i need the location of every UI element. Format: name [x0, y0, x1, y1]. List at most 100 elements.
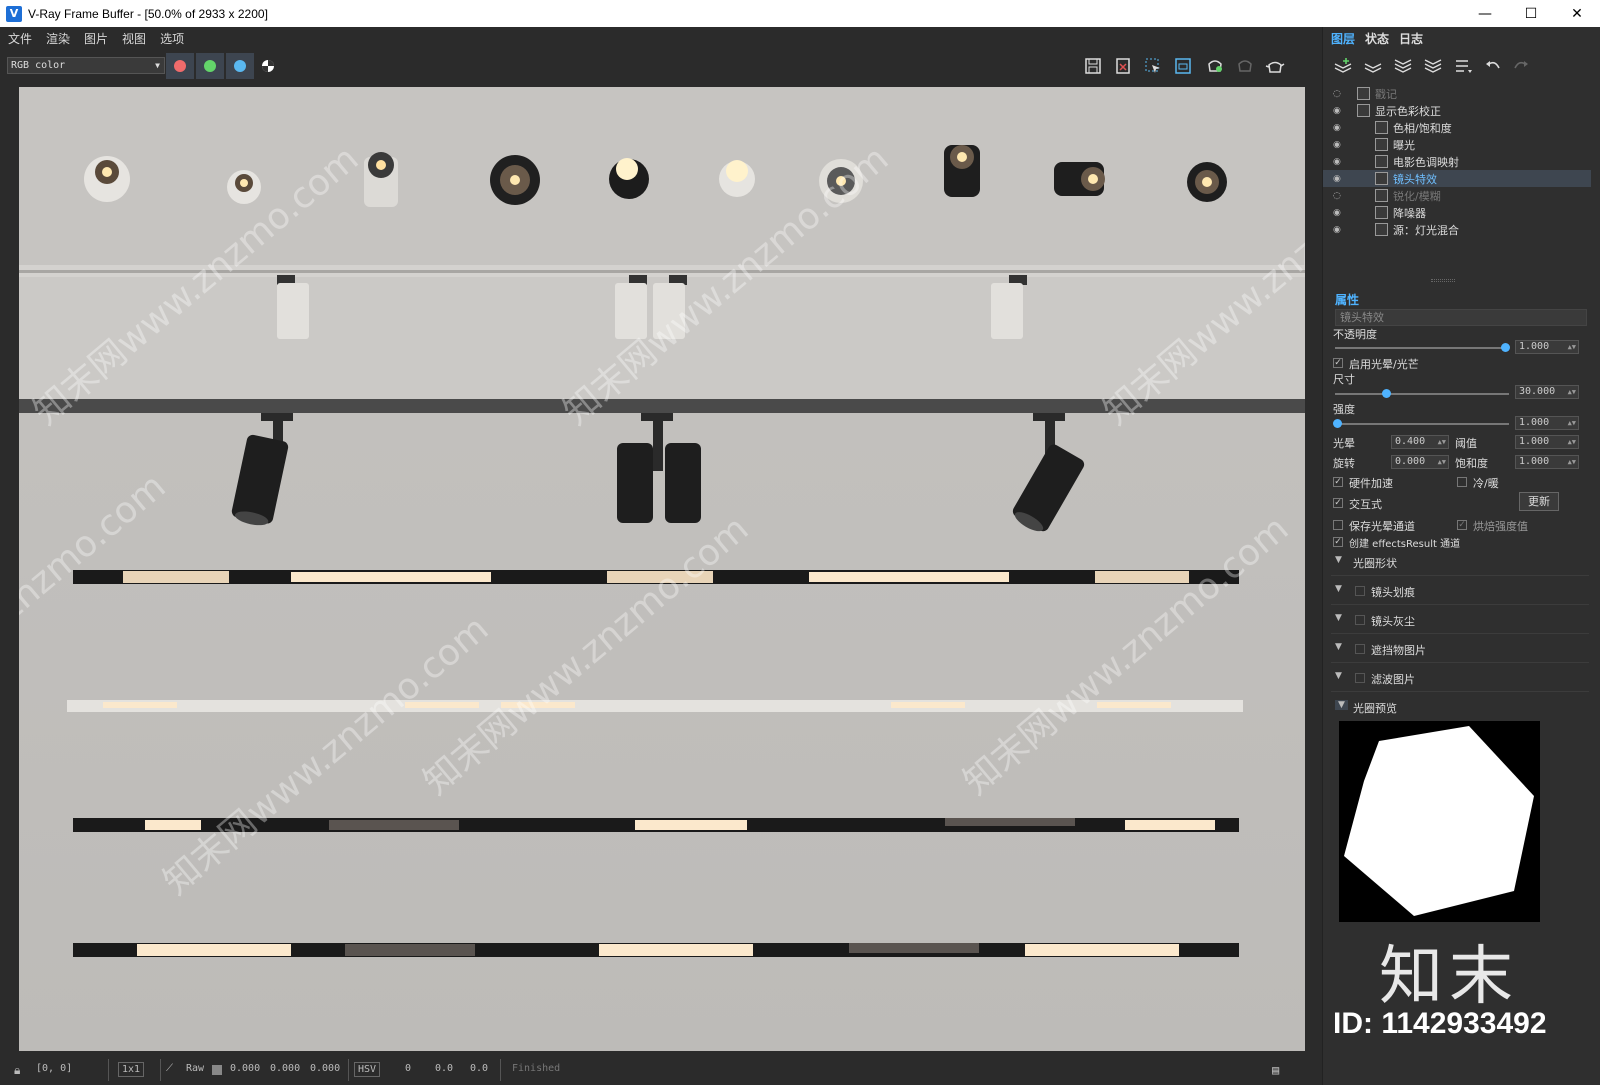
chevron-down-icon: ▼ [1335, 642, 1342, 652]
intensity-slider-handle[interactable] [1332, 419, 1342, 428]
layer-row[interactable]: ◌ 锐化/模糊 [1323, 187, 1591, 204]
section-filter-image[interactable]: ▼ 滤波图片 [1331, 666, 1589, 692]
eyedropper-icon[interactable]: ⟋ [166, 1063, 173, 1074]
section-aperture-shape[interactable]: ▼ 光圈形状 [1331, 550, 1589, 576]
layer-row[interactable]: ◉ 色相/饱和度 [1323, 119, 1591, 136]
scratches-checkbox[interactable] [1355, 586, 1365, 596]
layer-row[interactable]: ◉ 曝光 [1323, 136, 1591, 153]
render-disabled-icon[interactable] [1234, 55, 1256, 77]
teapot-icon[interactable] [1264, 55, 1286, 77]
hsv-value-v: 0.0 [470, 1063, 489, 1074]
menu-file[interactable]: 文件 [6, 30, 34, 47]
layer-row[interactable]: ◉ 电影色调映射 [1323, 153, 1591, 170]
size-slider-handle[interactable] [1382, 389, 1391, 398]
eye-icon[interactable]: ◉ [1333, 157, 1347, 167]
dust-checkbox[interactable] [1355, 615, 1365, 625]
save-layers-icon[interactable] [1361, 54, 1385, 78]
section-obstacle-image[interactable]: ▼ 遮挡物图片 [1331, 637, 1589, 663]
green-channel-button[interactable] [196, 53, 224, 79]
tab-layers[interactable]: 图层 [1331, 30, 1355, 47]
alpha-channel-icon[interactable] [257, 55, 279, 77]
create-effects-checkbox[interactable]: ✓ [1333, 537, 1343, 547]
intensity-input[interactable]: 1.000 ▲▼ [1515, 416, 1579, 430]
panel-toggle-icon[interactable]: ▤ [1272, 1063, 1279, 1077]
hsv-value-s: 0.0 [435, 1063, 454, 1074]
layer-row[interactable]: ◉ 显示色彩校正 [1323, 102, 1591, 119]
colorspace-select[interactable]: HSV [354, 1062, 381, 1077]
eye-icon[interactable]: ◌ [1333, 89, 1347, 99]
bloom-input[interactable]: 0.400 ▲▼ [1391, 435, 1449, 449]
layer-name-field[interactable]: 镜头特效 [1335, 309, 1587, 326]
eye-icon[interactable]: ◉ [1333, 225, 1347, 235]
layer-presets-icon[interactable] [1421, 54, 1445, 78]
watermark-logo: 知末 [1379, 940, 1519, 1014]
add-layer-icon[interactable] [1331, 54, 1355, 78]
size-slider[interactable] [1335, 393, 1509, 395]
menu-render[interactable]: 渲染 [44, 30, 72, 47]
interactive-checkbox[interactable]: ✓ [1333, 498, 1343, 508]
saturation-input[interactable]: 1.000 ▲▼ [1515, 455, 1579, 469]
eye-icon[interactable]: ◉ [1333, 174, 1347, 184]
chevron-down-icon: ▼ [1335, 613, 1342, 623]
opacity-slider[interactable] [1335, 347, 1509, 349]
channel-select[interactable]: RGB color ▼ [7, 57, 165, 74]
undo-icon[interactable] [1481, 54, 1505, 78]
close-button[interactable]: ✕ [1554, 0, 1600, 27]
menu-image[interactable]: 图片 [82, 30, 110, 47]
clear-icon[interactable] [1112, 55, 1134, 77]
opacity-input[interactable]: 1.000 ▲▼ [1515, 340, 1579, 354]
bake-intensity-label: 烘焙强度值 [1473, 520, 1528, 533]
update-button[interactable]: 更新 [1519, 492, 1559, 511]
layer-toolbar [1323, 49, 1600, 81]
tab-stats[interactable]: 状态 [1365, 30, 1389, 47]
blue-channel-button[interactable] [226, 53, 254, 79]
cold-warm-checkbox[interactable] [1457, 477, 1467, 487]
tab-log[interactable]: 日志 [1399, 30, 1423, 47]
section-aperture-preview[interactable]: ▼ 光圈预览 [1331, 695, 1589, 721]
obstacle-checkbox[interactable] [1355, 644, 1365, 654]
watermark-id: ID: 1142933492 [1333, 1007, 1547, 1040]
lock-icon[interactable]: 🔒︎ [14, 1063, 20, 1078]
raw-mode-label[interactable]: Raw [186, 1063, 204, 1074]
panel-splitter[interactable] [1431, 279, 1455, 282]
eye-icon[interactable]: ◉ [1333, 123, 1347, 133]
rotation-label: 旋转 [1333, 457, 1355, 470]
menu-view[interactable]: 视图 [120, 30, 148, 47]
region-render-icon[interactable] [1172, 55, 1194, 77]
save-bloom-checkbox[interactable] [1333, 520, 1343, 530]
eye-icon[interactable]: ◌ [1333, 191, 1347, 201]
render-icon[interactable] [1204, 55, 1226, 77]
red-channel-button[interactable] [166, 53, 194, 79]
eye-icon[interactable]: ◉ [1333, 208, 1347, 218]
intensity-slider[interactable] [1335, 423, 1509, 425]
maximize-button[interactable]: ☐ [1508, 0, 1554, 27]
load-layers-icon[interactable] [1391, 54, 1415, 78]
eye-icon[interactable]: ◉ [1333, 140, 1347, 150]
section-lens-scratches[interactable]: ▼ 镜头划痕 [1331, 579, 1589, 605]
color-swatch [212, 1065, 222, 1075]
save-icon[interactable] [1082, 55, 1104, 77]
layer-row[interactable]: ◉ 降噪器 [1323, 204, 1591, 221]
redo-icon[interactable] [1509, 54, 1533, 78]
layer-row[interactable]: ◌ 戳记 [1323, 85, 1591, 102]
menu-options[interactable]: 选项 [158, 30, 186, 47]
rotation-input[interactable]: 0.000 ▲▼ [1391, 455, 1449, 469]
create-effects-label: 创建 effectsResult 通道 [1349, 539, 1461, 550]
hw-accel-checkbox[interactable]: ✓ [1333, 477, 1343, 487]
section-lens-dust[interactable]: ▼ 镜头灰尘 [1331, 608, 1589, 634]
threshold-label: 阈值 [1455, 437, 1477, 450]
filter-checkbox[interactable] [1355, 673, 1365, 683]
bake-intensity-checkbox[interactable]: ✓ [1457, 520, 1467, 530]
layer-list-icon[interactable] [1451, 54, 1475, 78]
enable-bloom-checkbox[interactable]: ✓ [1333, 358, 1343, 368]
layer-row[interactable]: ◉ 源：灯光混合 [1323, 221, 1591, 238]
eye-icon[interactable]: ◉ [1333, 106, 1347, 116]
zoom-select[interactable]: 1x1 [118, 1062, 145, 1077]
layer-row[interactable]: ◉ 镜头特效 [1323, 170, 1591, 187]
threshold-input[interactable]: 1.000 ▲▼ [1515, 435, 1579, 449]
size-input[interactable]: 30.000 ▲▼ [1515, 385, 1579, 399]
region-select-icon[interactable] [1142, 55, 1164, 77]
minimize-button[interactable]: — [1462, 0, 1508, 27]
render-viewport[interactable]: 知末网www.znzmo.com 知末网www.znzmo.com 知末网www… [0, 81, 1322, 1055]
opacity-slider-handle[interactable] [1501, 343, 1510, 352]
